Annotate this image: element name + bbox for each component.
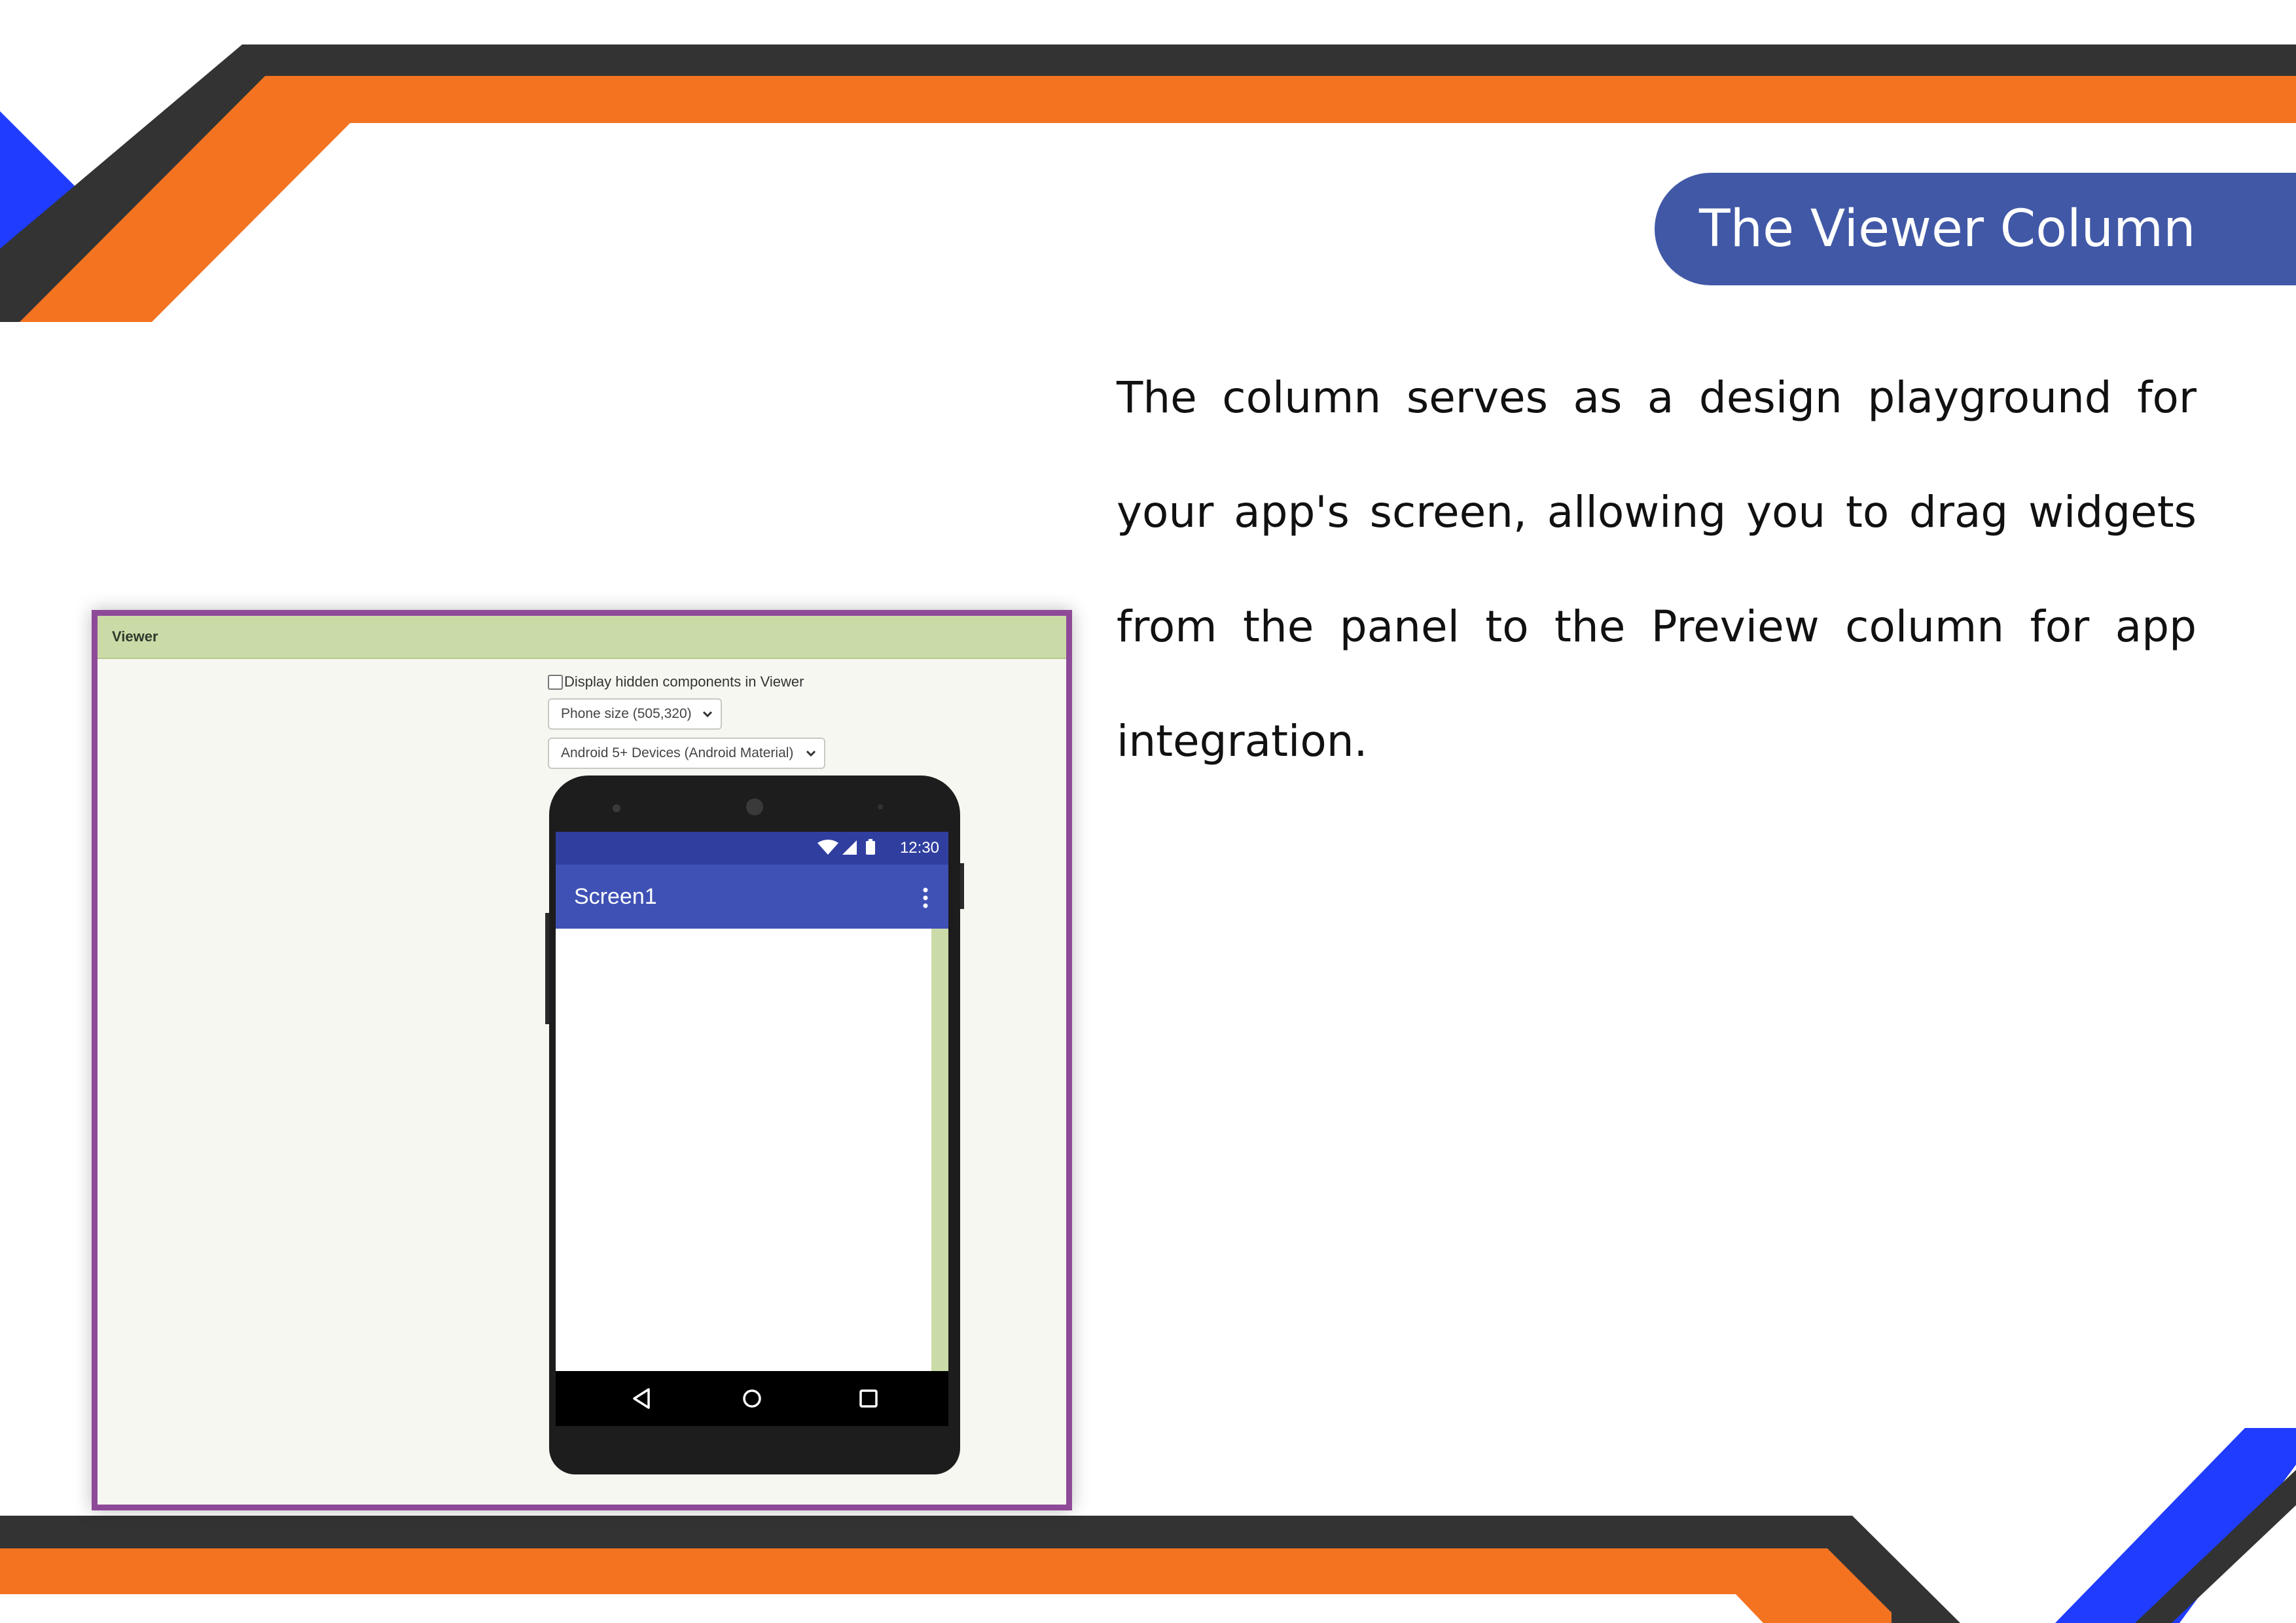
display-hidden-components-row[interactable]: Display hidden components in Viewer [548,671,804,693]
display-hidden-label: Display hidden components in Viewer [564,673,804,690]
title-banner: The Viewer Column [1655,173,2296,285]
screen-title: Screen1 [574,884,657,909]
back-icon[interactable] [629,1385,655,1412]
status-icons [817,839,875,855]
status-time: 12:30 [899,839,939,857]
description-paragraph: The column serves as a design playground… [1117,372,2197,766]
overflow-menu-icon[interactable] [922,887,929,909]
slide-title: The Viewer Column [1699,200,2196,259]
wifi-icon [817,840,838,855]
device-theme-value: Android 5+ Devices (Android Material) [561,745,794,760]
screen-canvas[interactable] [556,929,948,1371]
viewer-header-label: Viewer [112,628,158,645]
screen-scrollbar[interactable] [931,929,948,1371]
bottom-white-notch [0,1594,1763,1623]
app-bar: Screen1 [556,865,948,929]
phone-camera-speaker [613,798,883,815]
viewer-panel-screenshot: Viewer Display hidden components in View… [92,610,1072,1510]
status-bar: 12:30 [556,832,948,865]
device-theme-select[interactable]: Android 5+ Devices (Android Material) [548,738,825,769]
signal-icon [842,840,857,855]
battery-icon [866,841,875,855]
phone-side-button-left [545,913,549,1024]
chevron-down-icon [702,711,713,718]
home-icon[interactable] [739,1385,765,1412]
phone-side-button-right [960,863,964,909]
display-hidden-checkbox[interactable] [548,674,563,690]
viewer-header: Viewer [98,616,1066,659]
phone-size-select[interactable]: Phone size (505,320) [548,698,722,730]
phone-mockup: 12:30 Screen1 [545,776,964,1474]
phone-size-value: Phone size (505,320) [561,706,692,721]
android-nav-bar [556,1371,948,1426]
chevron-down-icon [806,750,816,757]
recents-icon[interactable] [855,1385,882,1412]
